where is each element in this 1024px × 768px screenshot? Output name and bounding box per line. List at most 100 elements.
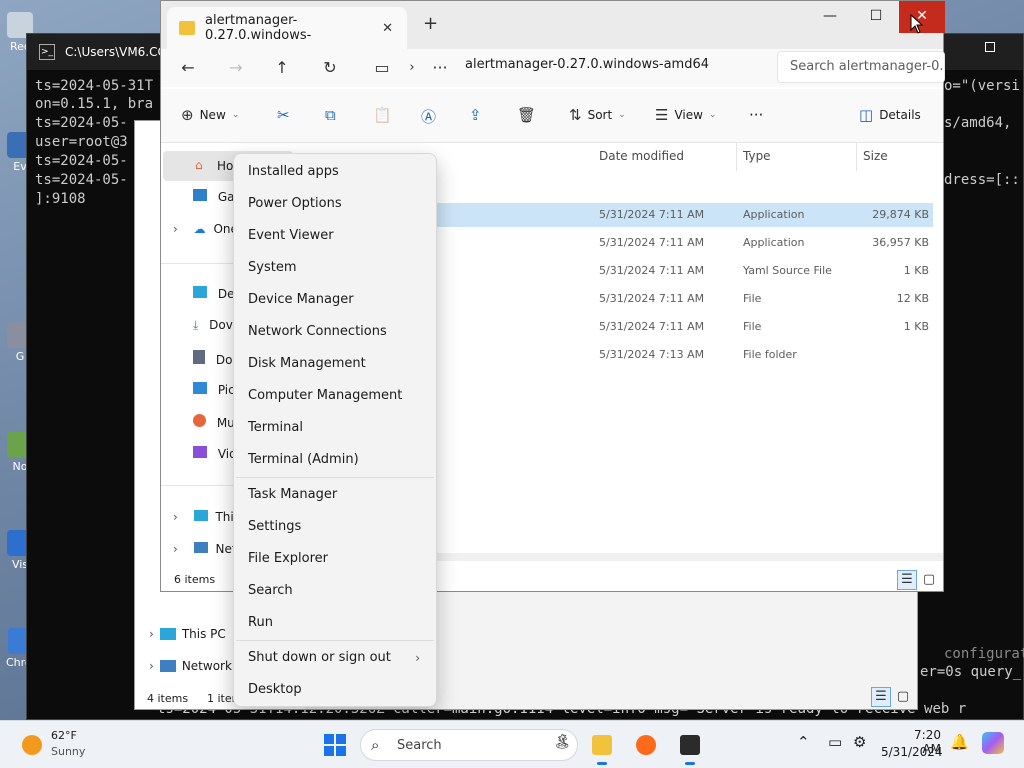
table-row[interactable]: 5/31/2024 7:13 AM File folder bbox=[431, 343, 933, 367]
weather-condition[interactable]: Sunny bbox=[51, 745, 85, 758]
back-arrow-icon[interactable]: ← bbox=[175, 55, 201, 81]
menu-item-settings[interactable]: Settings bbox=[234, 512, 436, 542]
network-icon bbox=[193, 542, 208, 553]
cell-date: 5/31/2024 7:11 AM bbox=[599, 292, 705, 305]
menu-item-installed-apps[interactable]: Installed apps bbox=[234, 157, 436, 187]
up-arrow-icon[interactable]: ↑ bbox=[269, 55, 295, 81]
table-row[interactable]: 5/31/2024 7:11 AM Yaml Source File 1 KB bbox=[431, 259, 933, 283]
new-tab-button[interactable]: + bbox=[423, 13, 438, 34]
menu-item-computer-management[interactable]: Computer Management bbox=[234, 381, 436, 411]
sun-icon[interactable] bbox=[22, 735, 42, 755]
nav-item-onedrive[interactable]: › ☁ One bbox=[173, 222, 238, 236]
menu-item-power-options[interactable]: Power Options bbox=[234, 189, 436, 219]
network-status-icon[interactable]: ▭ bbox=[828, 733, 842, 751]
monitor-icon[interactable]: ▭ bbox=[369, 55, 395, 81]
menu-item-disk-management[interactable]: Disk Management bbox=[234, 349, 436, 379]
terminal-line: configurat bbox=[944, 646, 1024, 662]
back-details-view-button[interactable]: ☰ bbox=[871, 687, 891, 707]
nav-item-downloads[interactable]: ⤓ Dov bbox=[193, 318, 233, 333]
horizontal-scrollbar[interactable] bbox=[431, 553, 943, 561]
nav-item-gallery[interactable]: Gal bbox=[193, 189, 238, 204]
tiles-view-button[interactable]: ▢ bbox=[919, 570, 939, 590]
chevron-up-icon[interactable]: ⌃ bbox=[797, 733, 810, 751]
view-button[interactable]: ☰ View ⌄ bbox=[655, 106, 716, 124]
taskbar-terminal[interactable] bbox=[674, 729, 706, 765]
minimize-button[interactable]: — bbox=[807, 1, 853, 33]
tab-alertmanager[interactable]: alertmanager-0.27.0.windows- ✕ bbox=[167, 7, 407, 49]
search-icon: ⌕ bbox=[371, 736, 380, 754]
more-options-button[interactable]: ··· bbox=[749, 106, 763, 124]
cut-icon[interactable]: ✂ bbox=[277, 106, 290, 124]
copilot-icon[interactable] bbox=[982, 732, 1004, 754]
nav-item-network[interactable]: › Net bbox=[173, 542, 237, 556]
copy-icon[interactable]: ⧉ bbox=[325, 106, 336, 124]
table-row[interactable]: 5/31/2024 7:11 AM File 12 KB bbox=[431, 287, 933, 311]
table-row[interactable]: 5/31/2024 7:11 AM File 1 KB bbox=[431, 315, 933, 339]
maximize-button[interactable]: ☐ bbox=[853, 1, 899, 33]
menu-item-device-manager[interactable]: Device Manager bbox=[234, 285, 436, 315]
sort-button[interactable]: ⇅ Sort ⌄ bbox=[569, 106, 626, 124]
delete-icon[interactable]: 🗑 bbox=[517, 106, 536, 124]
menu-item-network-connections[interactable]: Network Connections bbox=[234, 317, 436, 347]
terminal-icon bbox=[680, 735, 700, 755]
nav-item-music[interactable]: Mu bbox=[193, 414, 235, 430]
share-icon[interactable]: ⇪ bbox=[469, 106, 482, 124]
menu-item-system[interactable]: System bbox=[234, 253, 436, 283]
column-divider bbox=[736, 143, 737, 171]
tab-title: alertmanager-0.27.0.windows- bbox=[205, 13, 312, 43]
taskbar-file-explorer[interactable] bbox=[586, 729, 618, 765]
chevron-right-icon[interactable]: › bbox=[399, 55, 425, 81]
terminal-line: ts=2024-05-31T bbox=[35, 78, 154, 94]
power-user-menu: Installed apps Power Options Event Viewe… bbox=[233, 153, 437, 707]
nav-item-videos[interactable]: Vid bbox=[193, 446, 237, 461]
menu-item-task-manager[interactable]: Task Manager bbox=[234, 480, 436, 510]
terminal-icon: >_ bbox=[39, 44, 55, 60]
paste-icon[interactable]: 📋 bbox=[373, 106, 392, 124]
folder-icon bbox=[592, 735, 612, 755]
firefox-icon bbox=[636, 735, 656, 755]
chevron-down-icon: ⌄ bbox=[708, 110, 717, 120]
terminal-title: C:\Users\VM6.CC bbox=[65, 45, 166, 59]
menu-item-run[interactable]: Run bbox=[234, 608, 436, 638]
back-nav-item-network[interactable]: › Network bbox=[149, 659, 232, 673]
search-input[interactable]: Search alertmanager-0.27 bbox=[777, 51, 945, 83]
terminal-maximize-button[interactable] bbox=[985, 42, 995, 52]
nav-item-this-pc[interactable]: › This bbox=[173, 510, 240, 524]
menu-item-desktop[interactable]: Desktop bbox=[234, 675, 436, 705]
command-bar: ⊕ New ⌄ ✂ ⧉ 📋 Ⓐ ⇪ 🗑 ⇅ Sort ⌄ ☰ View ⌄ ··… bbox=[161, 89, 943, 143]
notification-bell-icon[interactable]: 🔔 bbox=[950, 733, 969, 751]
address-bar: ← → ↑ ↻ ▭ › ··· alertmanager-0.27.0.wind… bbox=[161, 49, 945, 87]
table-row[interactable]: 5/31/2024 7:11 AM Application 29,874 KB bbox=[431, 203, 933, 227]
menu-item-shut-down[interactable]: Shut down or sign out › bbox=[234, 643, 436, 673]
more-path-icon[interactable]: ··· bbox=[427, 55, 453, 81]
menu-separator bbox=[236, 477, 434, 478]
column-header-size[interactable]: Size bbox=[863, 149, 888, 163]
table-row[interactable]: 5/31/2024 7:11 AM Application 36,957 KB bbox=[431, 231, 933, 255]
weather-temperature[interactable]: 62°F bbox=[51, 729, 77, 742]
rename-icon[interactable]: Ⓐ bbox=[421, 106, 436, 127]
back-nav-item-this-pc[interactable]: › This PC bbox=[149, 627, 226, 641]
menu-item-terminal-admin[interactable]: Terminal (Admin) bbox=[234, 445, 436, 475]
menu-item-search[interactable]: Search bbox=[234, 576, 436, 606]
details-view-button[interactable]: ☰ bbox=[897, 570, 917, 590]
column-header-date[interactable]: Date modified bbox=[599, 149, 684, 163]
column-header-type[interactable]: Type bbox=[743, 149, 771, 163]
clock-date[interactable]: 5/31/2024 bbox=[881, 745, 943, 759]
new-button[interactable]: ⊕ New ⌄ bbox=[181, 106, 239, 124]
start-button[interactable] bbox=[324, 734, 346, 756]
breadcrumb[interactable]: alertmanager-0.27.0.windows-amd64 bbox=[465, 57, 709, 72]
menu-item-terminal[interactable]: Terminal bbox=[234, 413, 436, 443]
taskbar-firefox[interactable] bbox=[630, 729, 662, 761]
details-button[interactable]: ◫ Details bbox=[859, 106, 921, 124]
menu-item-event-viewer[interactable]: Event Viewer bbox=[234, 221, 436, 251]
forward-arrow-icon[interactable]: → bbox=[223, 55, 249, 81]
settings-tray-icon[interactable]: ⚙ bbox=[853, 733, 866, 751]
terminal-line: on=0.15.1, bra bbox=[35, 96, 154, 112]
refresh-icon[interactable]: ↻ bbox=[317, 55, 343, 81]
new-label: New bbox=[199, 108, 226, 122]
desktop-icon-label: Ev bbox=[13, 160, 27, 173]
taskbar-search[interactable]: ⌕ Search 🏝 bbox=[360, 729, 578, 761]
back-tiles-view-button[interactable]: ▢ bbox=[893, 687, 913, 707]
tab-close-icon[interactable]: ✕ bbox=[382, 21, 393, 36]
menu-item-file-explorer[interactable]: File Explorer bbox=[234, 544, 436, 574]
